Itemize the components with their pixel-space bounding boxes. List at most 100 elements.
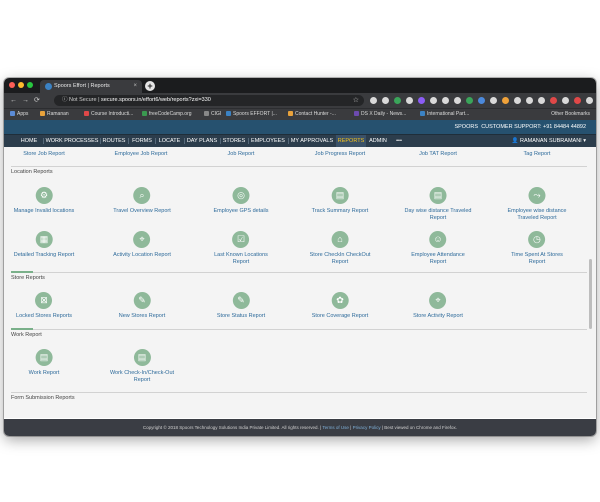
reports-content: Store Job Report Employee Job Report Job… — [4, 147, 596, 418]
close-window-button[interactable] — [9, 82, 15, 88]
url-bar[interactable]: ⓘ Not Secure | secure.spoors.in/effort6/… — [54, 95, 364, 106]
main-nav: HOME WORK PROCESSES ROUTES FORMS LOCATE … — [4, 134, 596, 149]
report-tile[interactable]: ◎ Employee GPS details — [213, 187, 269, 215]
extension-icon[interactable] — [574, 97, 581, 104]
nav-admin[interactable]: ADMIN — [367, 135, 389, 147]
bookmark-item[interactable]: Ramanan — [40, 109, 69, 120]
report-tile[interactable]: ⌂ Store CheckIn CheckOut Report — [310, 231, 370, 266]
report-link[interactable]: Job TAT Report — [419, 151, 457, 157]
extension-icon[interactable] — [538, 97, 545, 104]
chevron-down-icon: ▾ — [581, 138, 586, 144]
extension-icon[interactable] — [526, 97, 533, 104]
nav-day-plans[interactable]: DAY PLANS — [185, 135, 219, 147]
extension-icon[interactable] — [406, 97, 413, 104]
other-bookmarks[interactable]: Other Bookmarks — [551, 109, 590, 120]
gear-icon: ⚙ — [35, 187, 53, 204]
copyright-text: Copyright © 2018 Spoors Technology Solut… — [142, 425, 319, 430]
browser-tab[interactable]: Spoors Effort | Reports × — [40, 80, 142, 93]
report-tile[interactable]: ⌖ Activity Location Report — [113, 231, 171, 259]
bookmarks-bar: Apps Ramanan Course Introducti... freeCo… — [4, 108, 596, 120]
bookmark-item[interactable]: International Part... — [420, 109, 469, 120]
lock-icon: ⊠ — [35, 292, 53, 309]
report-tile[interactable]: ◷ Time Spent At Stores Report — [511, 231, 563, 266]
privacy-link[interactable]: Privacy Policy — [353, 425, 381, 430]
nav-my-approvals[interactable]: MY APPROVALS — [289, 135, 335, 147]
url-text: secure.spoors.in/effort6/web/reports?zxi… — [101, 97, 211, 103]
report-tile[interactable]: ▤ Work Check-In/Check-Out Report — [110, 349, 174, 384]
app-header: SPOORS CUSTOMER SUPPORT: +91 84484 44892 — [4, 120, 596, 134]
report-tile[interactable]: ▤ Work Report — [29, 349, 59, 377]
report-tile[interactable]: ✎ Store Status Report — [217, 292, 265, 320]
extension-icon[interactable] — [478, 97, 485, 104]
report-link[interactable]: Job Report — [228, 151, 255, 157]
report-tile[interactable]: ☺ Employee Attendance Report — [411, 231, 465, 266]
user-menu[interactable]: 👤 RAMANAN SUBRAMANI ▾ — [512, 135, 586, 147]
store-icon: ⌂ — [331, 231, 349, 248]
extension-icon[interactable] — [430, 97, 437, 104]
bookmark-star-icon[interactable]: ☆ — [353, 95, 359, 106]
extension-icon[interactable] — [514, 97, 521, 104]
extension-icon[interactable] — [370, 97, 377, 104]
extension-icon[interactable] — [454, 97, 461, 104]
user-name: RAMANAN SUBRAMANI — [519, 138, 582, 144]
report-link[interactable]: Store Job Report — [23, 151, 65, 157]
close-tab-icon[interactable]: × — [133, 80, 137, 93]
extension-icon[interactable] — [394, 97, 401, 104]
extension-icon[interactable] — [442, 97, 449, 104]
new-tab-button[interactable]: + — [145, 81, 155, 91]
bookmark-item[interactable]: CIGI — [204, 109, 221, 120]
nav-more-icon[interactable]: ••• — [392, 135, 406, 147]
report-link[interactable]: Job Progress Report — [315, 151, 365, 157]
pin-icon: ⌖ — [429, 292, 447, 309]
bookmark-item[interactable]: Contact Hunter -... — [288, 109, 336, 120]
extension-icons — [370, 97, 593, 104]
reload-icon[interactable]: ⟳ — [34, 95, 40, 106]
bookmark-apps[interactable]: Apps — [10, 109, 28, 120]
report-tile[interactable]: ⌕ Travel Overview Report — [113, 187, 171, 215]
minimize-window-button[interactable] — [18, 82, 24, 88]
maximize-window-button[interactable] — [27, 82, 33, 88]
section-location-reports: Location Reports — [11, 169, 53, 175]
report-tile[interactable]: ⚙ Manage Invalid locations — [14, 187, 74, 215]
report-tile[interactable]: ✿ Store Coverage Report — [312, 292, 368, 320]
user-icon: 👤 — [511, 138, 520, 144]
nav-locate[interactable]: LOCATE — [156, 135, 183, 147]
report-link[interactable]: Employee Job Report — [115, 151, 168, 157]
browser-window: Spoors Effort | Reports × + ← → ⟳ ⓘ Not … — [4, 78, 596, 436]
extension-icon[interactable] — [502, 97, 509, 104]
nav-employees[interactable]: EMPLOYEES — [249, 135, 287, 147]
bookmark-item[interactable]: freeCodeCamp.org — [142, 109, 192, 120]
report-tile[interactable]: ▤ Day wise distance Traveled Report — [405, 187, 471, 222]
extension-icon[interactable] — [466, 97, 473, 104]
report-tile[interactable]: ▦ Detailed Tracking Report — [14, 231, 74, 259]
nav-stores[interactable]: STORES — [221, 135, 247, 147]
report-tile[interactable]: ☑ Last Known Locations Report — [214, 231, 268, 266]
extension-icon[interactable] — [382, 97, 389, 104]
browser-menu-icon[interactable]: ⋮ — [585, 95, 592, 106]
report-tile[interactable]: ✎ New Stores Report — [119, 292, 165, 320]
bookmark-item[interactable]: Spoors EFFORT |... — [226, 109, 277, 120]
section-work-report: Work Report — [11, 332, 42, 338]
report-tile[interactable]: ⤳ Employee wise distance Traveled Report — [507, 187, 567, 222]
report-tile[interactable]: ⊠ Locked Stores Reports — [16, 292, 72, 320]
bookmark-item[interactable]: Course Introducti... — [84, 109, 133, 120]
extension-icon[interactable] — [550, 97, 557, 104]
nav-forms[interactable]: FORMS — [130, 135, 154, 147]
report-tile[interactable]: ⌖ Store Activity Report — [413, 292, 463, 320]
report-link[interactable]: Tag Report — [524, 151, 551, 157]
info-icon: ⓘ — [62, 97, 70, 103]
section-store-reports: Store Reports — [11, 275, 45, 281]
extension-icon[interactable] — [418, 97, 425, 104]
extension-icon[interactable] — [490, 97, 497, 104]
nav-routes[interactable]: ROUTES — [101, 135, 127, 147]
report-tile[interactable]: ▤ Track Summary Report — [312, 187, 368, 215]
nav-home[interactable]: HOME — [16, 135, 42, 147]
scrollbar[interactable] — [589, 259, 592, 329]
back-arrow-icon[interactable]: ← — [10, 95, 17, 106]
terms-link[interactable]: Terms of Use — [322, 425, 349, 430]
bookmark-item[interactable]: DS X Daily - News... — [354, 109, 406, 120]
extension-icon[interactable] — [562, 97, 569, 104]
section-form-submission-reports: Form Submission Reports — [11, 395, 75, 401]
forward-arrow-icon[interactable]: → — [22, 95, 29, 106]
nav-work-processes[interactable]: WORK PROCESSES — [45, 135, 99, 147]
